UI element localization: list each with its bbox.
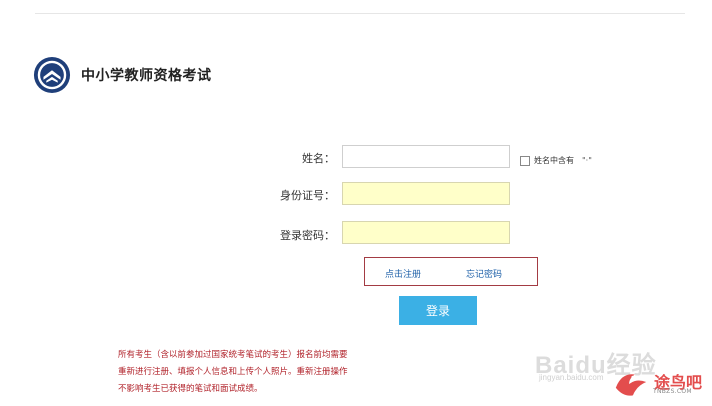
registration-notice: 所有考生（含以前参加过国家统考笔试的考生）报名前均需要 重新进行注册、填报个人信…: [118, 347, 418, 398]
name-dot-symbol: "·": [582, 156, 592, 165]
id-number-input[interactable]: [343, 184, 509, 205]
forgot-password-link[interactable]: 忘记密码: [466, 267, 502, 280]
password-field-wrap: [342, 221, 510, 244]
password-input[interactable]: [343, 223, 509, 244]
name-input[interactable]: [343, 147, 509, 168]
bird-logo-icon: [615, 374, 647, 396]
name-dot-checkbox-label: 姓名中含有: [534, 156, 574, 165]
id-label: 身份证号：: [280, 189, 335, 202]
notice-line-3: 不影响考生已获得的笔试和面试成绩。: [118, 384, 263, 394]
site-title: 中小学教师资格考试: [81, 68, 212, 84]
notice-line-1: 所有考生（含以前参加过国家统考笔试的考生）报名前均需要: [118, 350, 348, 360]
baidu-watermark-url: jingyan.baidu.com: [539, 373, 604, 382]
login-button[interactable]: 登录: [399, 296, 477, 325]
name-dot-checkbox[interactable]: [520, 155, 530, 166]
site-stamp: 途鸟吧 TNBZS.COM: [612, 366, 702, 400]
name-dot-option[interactable]: 姓名中含有 "·": [520, 155, 592, 166]
id-field-wrap: [342, 182, 510, 205]
stamp-subtext: TNBZS.COM: [653, 388, 692, 395]
site-header: 中小学教师资格考试: [33, 56, 212, 94]
name-field-wrap: [342, 145, 510, 168]
register-link[interactable]: 点击注册: [385, 267, 421, 280]
top-divider: [35, 13, 685, 14]
name-label: 姓名：: [302, 152, 335, 165]
notice-line-2: 重新进行注册、填报个人信息和上传个人照片。重新注册操作: [118, 367, 348, 377]
password-label: 登录密码：: [280, 229, 335, 242]
teacher-exam-logo-icon: [33, 56, 71, 94]
highlight-links-box: 点击注册 忘记密码: [364, 257, 538, 286]
